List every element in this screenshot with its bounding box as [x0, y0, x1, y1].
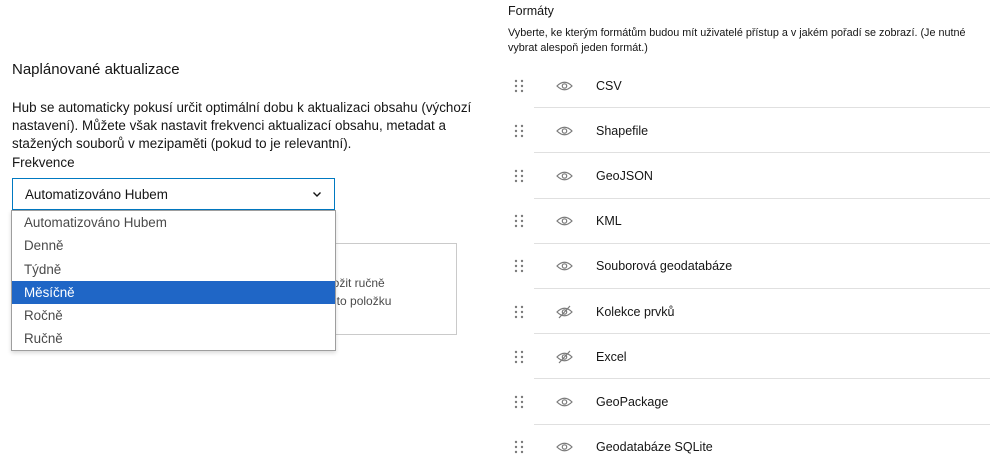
eye-icon[interactable]: [556, 395, 573, 409]
obscured-text-line-2: uto položku: [330, 294, 392, 308]
format-row: GeoPackage: [508, 379, 990, 425]
formats-list: CSV Shapefile GeoJSON KML Souborová geod…: [508, 63, 990, 470]
format-label: KML: [596, 214, 622, 229]
format-label: Shapefile: [596, 123, 649, 138]
drag-handle-icon[interactable]: [514, 214, 524, 228]
scheduled-updates-title: Naplánované aktualizace: [12, 61, 180, 78]
format-label: GeoPackage: [596, 394, 669, 409]
frequency-select[interactable]: Automatizováno Hubem: [12, 178, 335, 210]
eye-icon[interactable]: [556, 440, 573, 454]
eye-icon[interactable]: [556, 259, 573, 273]
format-row: Shapefile: [508, 108, 990, 154]
frequency-option[interactable]: Automatizováno Hubem: [12, 211, 335, 234]
frequency-label: Frekvence: [12, 155, 75, 170]
drag-handle-icon[interactable]: [514, 169, 524, 183]
eye-icon[interactable]: [556, 214, 573, 228]
eye-off-icon[interactable]: [556, 305, 573, 319]
format-row: Souborová geodatabáze: [508, 244, 990, 290]
drag-handle-icon[interactable]: [514, 440, 524, 454]
format-label: GeoJSON: [596, 168, 653, 183]
formats-title: Formáty: [508, 4, 554, 18]
eye-icon[interactable]: [556, 79, 573, 93]
frequency-option[interactable]: Ročně: [12, 304, 335, 327]
frequency-option[interactable]: Měsíčně: [12, 280, 335, 305]
obscured-text-line-1: ložit ručně: [330, 276, 385, 290]
formats-description: Vyberte, ke kterým formátům budou mít už…: [508, 27, 966, 54]
drag-handle-icon[interactable]: [514, 124, 524, 138]
format-label: CSV: [596, 78, 622, 93]
format-row: Excel: [508, 334, 990, 380]
drag-handle-icon[interactable]: [514, 350, 524, 364]
drag-handle-icon[interactable]: [514, 79, 524, 93]
format-label: Kolekce prvků: [596, 304, 675, 319]
format-row: CSV: [508, 63, 990, 109]
drag-handle-icon[interactable]: [514, 259, 524, 273]
format-row: Kolekce prvků: [508, 289, 990, 335]
drag-handle-icon[interactable]: [514, 395, 524, 409]
frequency-select-value: Automatizováno Hubem: [25, 186, 168, 202]
frequency-option[interactable]: Denně: [12, 234, 335, 257]
frequency-dropdown: Automatizováno Hubem Denně Týdně Měsíčně Roč…: [11, 210, 336, 351]
format-row: GeoJSON: [508, 153, 990, 199]
frequency-option[interactable]: Ručně: [12, 327, 335, 350]
format-label: Excel: [596, 349, 627, 364]
eye-icon[interactable]: [556, 124, 573, 138]
format-label: Souborová geodatabáze: [596, 259, 733, 274]
eye-off-icon[interactable]: [556, 350, 573, 364]
eye-icon[interactable]: [556, 169, 573, 183]
frequency-option[interactable]: Týdně: [12, 258, 335, 281]
scheduled-updates-description: Hub se automaticky pokusí určit optimáln…: [12, 100, 472, 151]
obscured-card-text: ložit ručně uto položku: [330, 274, 450, 310]
chevron-down-icon: [313, 192, 321, 197]
format-label: Geodatabáze SQLite: [596, 440, 713, 455]
drag-handle-icon[interactable]: [514, 305, 524, 319]
format-row: Geodatabáze SQLite: [508, 425, 990, 470]
format-row: KML: [508, 199, 990, 244]
